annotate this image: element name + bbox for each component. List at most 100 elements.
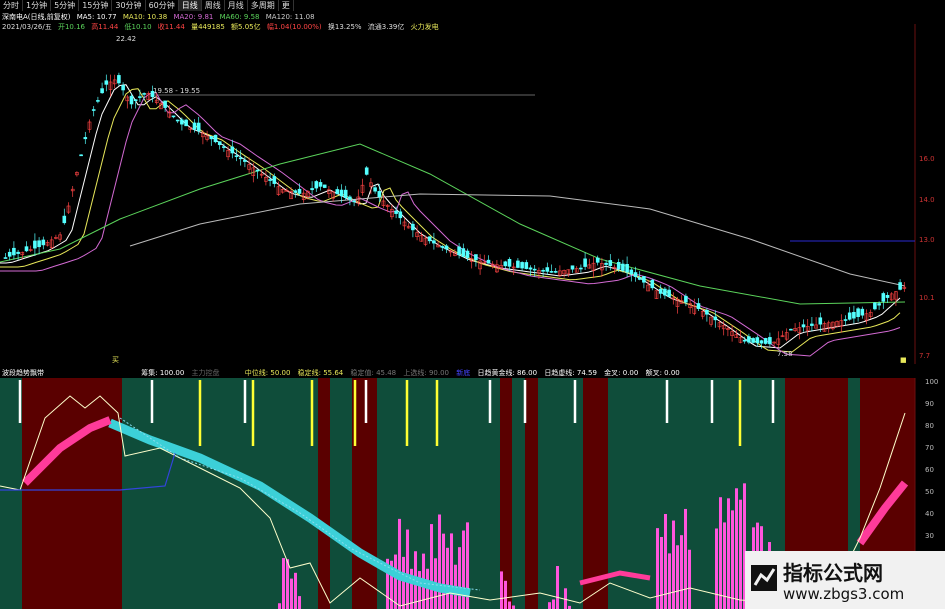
volume-bar (508, 601, 511, 609)
volume-bar (446, 547, 449, 609)
candle-body (751, 338, 755, 343)
indicator-title-bar: 波段趋势飘带 筹集: 100.00 主力控盘 中位线: 50.00 稳定线: 5… (2, 368, 685, 378)
volume-bar (552, 599, 555, 609)
candle-body (705, 309, 709, 315)
ma20-value: MA20: 9.81 (173, 13, 214, 21)
tab-6[interactable]: 日线 (178, 0, 202, 11)
period-toolbar: 分时 1分钟 5分钟 15分钟 30分钟 60分钟 日线 周线 月线 多周期更 (0, 0, 945, 11)
candle-body (238, 157, 243, 160)
volume-bar (719, 497, 722, 609)
candle-body (621, 263, 625, 271)
indicator-axis-label: 90 (925, 400, 934, 408)
candle-body (297, 188, 302, 194)
candle-body (465, 250, 470, 258)
candle-body (62, 215, 67, 224)
candle-body (133, 99, 138, 101)
candle-body (810, 323, 814, 326)
ma10-line (0, 88, 901, 353)
candle-body (184, 119, 188, 127)
candle-body (175, 119, 180, 122)
tab-4[interactable]: 30分钟 (112, 0, 146, 11)
ma5-value: MA5: 10.77 (76, 13, 117, 21)
candle-body (696, 303, 701, 309)
candle-body (432, 240, 436, 244)
candle-body (860, 308, 865, 316)
candle-body (16, 251, 20, 254)
red-zone (583, 378, 608, 609)
candle-body (507, 259, 512, 267)
candle-body (322, 184, 327, 188)
mid-line-value: 中位线: 50.00 (244, 369, 291, 377)
indicator-axis-label: 50 (925, 488, 934, 496)
candle-body (667, 289, 671, 297)
tab-10[interactable]: 更 (279, 0, 294, 11)
candle-body (553, 271, 558, 273)
tab-5[interactable]: 60分钟 (146, 0, 179, 11)
candle-body (457, 246, 461, 256)
candle-body (142, 93, 146, 95)
indicator-axis-label: 100 (925, 378, 939, 386)
volume-bar (458, 547, 461, 609)
candle-body (100, 88, 104, 94)
candle-body (818, 317, 823, 325)
ma-info-line: 深南电A(日线,前复权) MA5: 10.77 MA10: 10.38 MA20… (2, 12, 319, 22)
candle-body (364, 167, 369, 175)
ma120-value: MA120: 11.08 (265, 13, 315, 21)
candle-body (898, 282, 902, 290)
tab-8[interactable]: 月线 (225, 0, 248, 11)
candle-body (881, 293, 886, 302)
candle-body (398, 211, 403, 219)
axis-label-16: 16.0 (919, 155, 935, 163)
candle-body (658, 288, 663, 294)
tab-0[interactable]: 分时 (0, 0, 23, 11)
candle-body (625, 263, 629, 273)
ma10-value: MA10: 10.38 (122, 13, 168, 21)
candle-body (335, 189, 340, 195)
volume-bar (688, 549, 691, 609)
green-zone (0, 378, 22, 609)
indicator-axis-label: 60 (925, 466, 934, 474)
candle-body (642, 276, 646, 283)
candle-body (856, 308, 860, 317)
candle-body (180, 119, 184, 125)
candle-body (196, 122, 201, 132)
indicator-name[interactable]: 波段趋势飘带 (2, 369, 44, 377)
candle-body (444, 245, 449, 250)
candle-body (217, 141, 222, 146)
candle-body (768, 337, 772, 345)
candle-body (138, 96, 142, 98)
candle-body (427, 236, 432, 242)
tab-3[interactable]: 15分钟 (79, 0, 113, 11)
volume-bar (512, 605, 515, 609)
volume-bar (282, 558, 285, 609)
chip-value: 筹集: 100.00 (141, 369, 185, 377)
candle-body (570, 265, 575, 270)
candle-body (234, 155, 239, 158)
watermark-url[interactable]: www.zbgs3.com (783, 585, 904, 603)
candle-body (272, 176, 277, 184)
dead-cross-value: 额叉: 0.00 (645, 369, 680, 377)
end-marker: ■ (900, 356, 907, 364)
candle-body (877, 303, 881, 306)
green-zone (330, 378, 352, 609)
ma5-line (0, 84, 901, 349)
tab-1[interactable]: 1分钟 (23, 0, 52, 11)
volume-bar (680, 535, 683, 609)
volume-bar (462, 530, 465, 609)
candlestick-chart[interactable]: 22.42 19.58 - 19.55 7.58 买 ■ (0, 24, 945, 364)
candle-body (12, 247, 16, 256)
red-zone (318, 378, 330, 609)
candle-body (873, 302, 877, 310)
volume-bar (450, 533, 453, 609)
candle-body (549, 271, 554, 273)
stable-value: 稳定值: 45.48 (350, 369, 397, 377)
volume-bar (668, 553, 671, 609)
ma60-line (0, 143, 906, 305)
tab-2[interactable]: 5分钟 (51, 0, 80, 11)
tab-9[interactable]: 多周期 (248, 0, 279, 11)
tab-7[interactable]: 周线 (202, 0, 225, 11)
indicator-axis-label: 70 (925, 444, 934, 452)
stock-title[interactable]: 深南电A(日线,前复权) (2, 13, 70, 21)
range-label: 19.58 - 19.55 (153, 87, 200, 95)
candle-body (759, 340, 764, 344)
